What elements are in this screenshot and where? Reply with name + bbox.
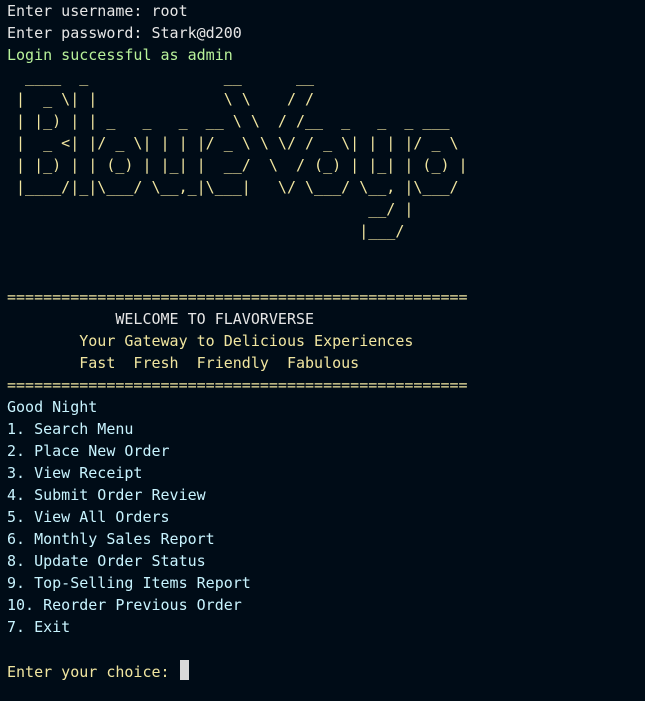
banner-line-5: | |_) | | (_) | |_| | __/ \ / (_) | |_| … (7, 156, 468, 174)
welcome-title: WELCOME TO FLAVORVERSE (7, 310, 315, 328)
menu-item-view-receipt: 3. View Receipt (7, 464, 143, 482)
password-prompt-line: Enter password: Stark@d200 (7, 24, 242, 42)
menu-item-exit: 7. Exit (7, 618, 71, 636)
banner-line-6: |____/|_|\___/ \__,_|\___| \/ \___/ \__,… (7, 178, 459, 196)
banner-line-7: __/ | (7, 200, 414, 218)
choice-prompt: Enter your choice: (7, 663, 179, 681)
username-prompt-line: Enter username: root (7, 2, 188, 20)
ascii-banner: ____ _ __ __ | _ \| | \ \ / / | |_) | | … (7, 66, 645, 242)
separator-top: ========================================… (7, 288, 468, 306)
menu-item-top-selling-items-report: 9. Top-Selling Items Report (7, 574, 251, 592)
banner-line-3: | |_) | | _ _ _ __ \ \ / /__ _ _ _ ___ (7, 112, 450, 130)
text-cursor[interactable] (179, 660, 189, 680)
menu-item-view-all-orders: 5. View All Orders (7, 508, 170, 526)
menu-item-submit-order-review: 4. Submit Order Review (7, 486, 206, 504)
terminal-window[interactable]: Enter username: root Enter password: Sta… (0, 0, 645, 701)
banner-line-8: |___/ (7, 222, 405, 240)
menu-item-update-order-status: 8. Update Order Status (7, 552, 206, 570)
menu-item-place-new-order: 2. Place New Order (7, 442, 170, 460)
separator-bottom: ========================================… (7, 376, 468, 394)
choice-input-line[interactable]: Enter your choice: (7, 660, 645, 682)
menu-item-reorder-previous-order: 10. Reorder Previous Order (7, 596, 242, 614)
login-success-message: Login successful as admin (7, 46, 233, 64)
greeting: Good Night (7, 398, 98, 416)
menu-item-search-menu: 1. Search Menu (7, 420, 134, 438)
banner-line-4: | _ <| |/ _ \| | | |/ _ \ \ \/ / _ \| | … (7, 134, 459, 152)
welcome-tagline: Your Gateway to Delicious Experiences (7, 332, 414, 350)
banner-line-2: | _ \| | \ \ / / (7, 90, 315, 108)
main-menu: 1. Search Menu 2. Place New Order 3. Vie… (7, 418, 645, 638)
banner-line-1: ____ _ __ __ (7, 68, 315, 86)
menu-item-monthly-sales-report: 6. Monthly Sales Report (7, 530, 215, 548)
welcome-motto: Fast Fresh Friendly Fabulous (7, 354, 360, 372)
